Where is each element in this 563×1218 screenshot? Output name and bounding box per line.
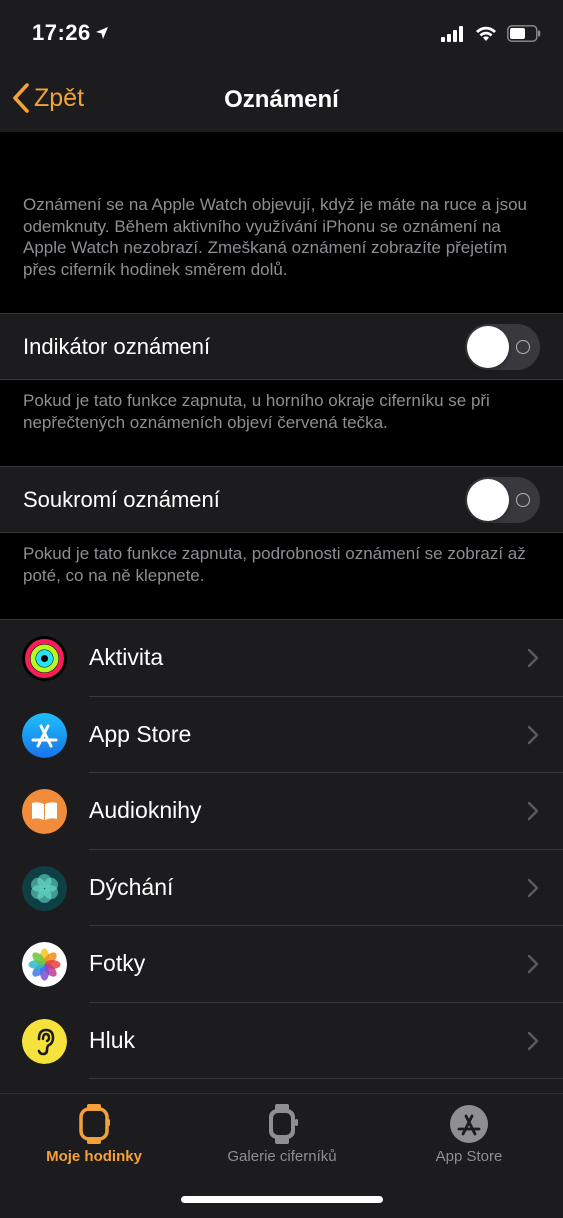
list-item-label: Dýchání [89,873,174,900]
list-item-fotky[interactable]: Fotky [0,926,563,1003]
notification-privacy-toggle[interactable] [465,477,540,523]
tab-app-store[interactable]: App Store [375,1094,563,1184]
status-time: 17:26 [32,20,91,45]
tab-label: Moje hodinky [46,1148,142,1165]
toggle-knob [467,479,509,521]
watch-icon [79,1104,110,1144]
location-arrow-icon [96,27,108,39]
setting-label: Indikátor oznámení [23,334,211,359]
app-store-icon [22,712,67,758]
setting-row-notification-indicator: Indikátor oznámení [0,313,563,380]
breathe-icon [22,865,67,911]
home-indicator[interactable] [181,1196,383,1203]
battery-icon [507,25,541,42]
tab-label: App Store [435,1148,503,1165]
chevron-right-icon [527,878,539,897]
list-item-label: App Store [89,720,192,747]
tab-label: Galerie ciferníků [227,1148,337,1165]
wifi-icon [476,26,496,41]
app-list: Aktivita App Store Audioknihy Dýchání Fo… [0,619,563,1095]
photos-icon [22,942,67,987]
audiobooks-icon [22,789,67,834]
chevron-right-icon [527,1031,539,1050]
setting-row-notification-privacy: Soukromí oznámení [0,466,563,533]
tab-galerie-cifernik[interactable]: Galerie ciferníků [188,1094,376,1184]
activity-rings-icon [22,636,67,681]
chevron-right-icon [527,801,539,821]
page-title: Oznámení [224,86,339,113]
list-item-app-store[interactable]: App Store [0,697,563,773]
setting-footnote: Pokud je tato funkce zapnuta, podrobnost… [23,544,526,585]
tab-moje-hodinky[interactable]: Moje hodinky [0,1094,188,1184]
toggle-off-icon [516,340,530,354]
setting-label: Soukromí oznámení [23,487,220,512]
list-item-label: Audioknihy [89,797,202,823]
chevron-right-icon [527,648,539,668]
list-item-hluk[interactable]: Hluk [0,1003,563,1079]
toggle-off-icon [516,493,530,507]
noise-ear-icon [22,1018,67,1064]
intro-description: Oznámení se na Apple Watch objevují, kdy… [23,195,527,279]
list-item-label: Fotky [89,950,146,976]
status-indicators [441,25,541,42]
list-item-label: Hluk [89,1026,136,1053]
notification-indicator-toggle[interactable] [465,324,540,370]
cellular-signal-icon [441,25,463,42]
list-item-label: Aktivita [89,644,164,670]
list-item-audioknihy[interactable]: Audioknihy [0,773,563,850]
setting-footnote: Pokud je tato funkce zapnuta, u horního … [23,391,490,432]
chevron-right-icon [527,954,539,974]
app-store-tab-icon [450,1105,488,1143]
list-item-dychani[interactable]: Dýchání [0,850,563,926]
watch-face-gallery-icon [269,1104,298,1144]
toggle-knob [467,326,509,368]
list-item-aktivita[interactable]: Aktivita [0,620,563,697]
chevron-right-icon [527,725,539,744]
navigation-bar: Zpět Oznámení [0,70,563,132]
divider [89,1078,563,1079]
status-bar: 17:26 [0,0,563,70]
